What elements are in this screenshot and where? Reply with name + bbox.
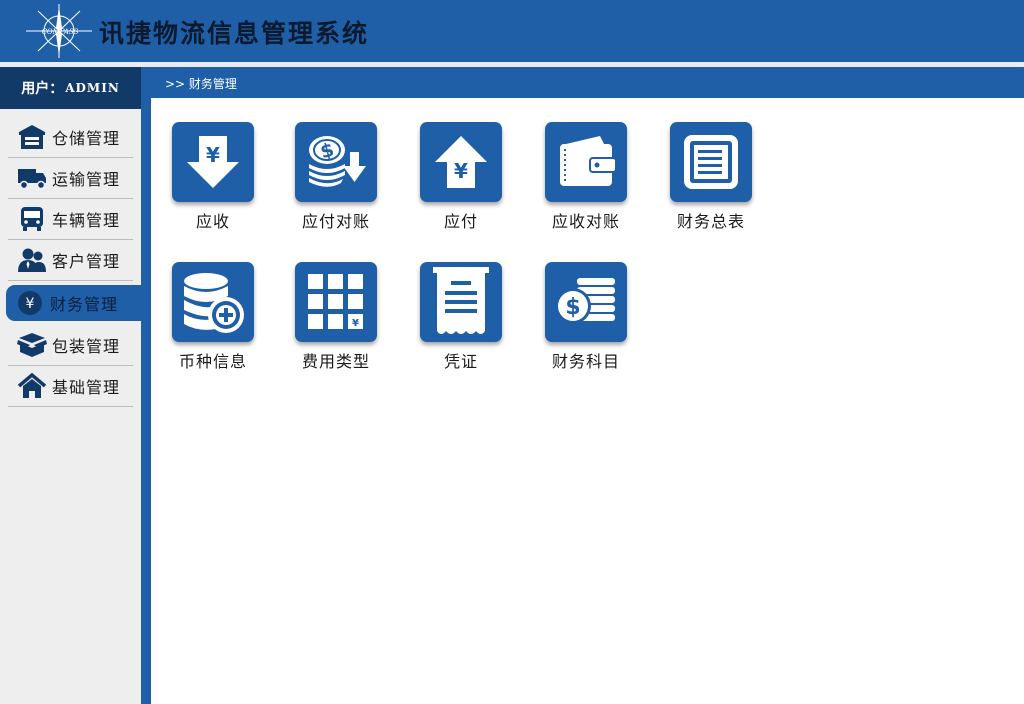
warehouse-icon (17, 124, 47, 150)
svg-text:¥: ¥ (206, 143, 220, 167)
sidebar-item-label: 客户管理 (52, 252, 121, 271)
sidebar-item-customers[interactable]: 客户管理 (8, 240, 133, 281)
sidebar-item-transport[interactable]: 运输管理 (8, 158, 133, 199)
truck-icon (17, 165, 47, 191)
app-header: COMPASS 讯捷物流信息管理系统 (0, 0, 1024, 62)
tile-icon-box[interactable]: ¥ (420, 122, 502, 202)
coins-down-arrow-icon: $ (309, 136, 366, 187)
compass-logo-icon: COMPASS (26, 4, 92, 58)
tile-label: 应收 (195, 212, 230, 231)
tile-label: 费用类型 (301, 352, 370, 371)
sidebar-item-label: 运输管理 (52, 170, 121, 189)
tile-label: 币种信息 (178, 352, 247, 371)
tile-expense-type[interactable]: ¥ 费用类型 (274, 262, 384, 382)
yen-up-arrow-icon: ¥ (435, 136, 487, 188)
tile-icon-box[interactable] (420, 262, 502, 342)
tile-finance-summary[interactable]: 财务总表 (649, 122, 759, 242)
svg-text:¥: ¥ (352, 318, 359, 329)
tile-label: 应付 (443, 212, 478, 231)
sidebar-item-packaging[interactable]: 包装管理 (8, 325, 133, 366)
tile-payable[interactable]: ¥ 应付 (399, 122, 509, 242)
tile-icon-box[interactable]: ¥ (172, 122, 254, 202)
receipt-icon (433, 267, 489, 334)
coin-stack-plus-icon (184, 273, 244, 333)
svg-text:¥: ¥ (26, 296, 35, 312)
tile-receivable-reconcile[interactable]: 应收对账 (524, 122, 634, 242)
tile-icon-box[interactable]: $ (295, 122, 377, 202)
tile-label: 财务总表 (676, 212, 745, 231)
tile-payable-reconcile[interactable]: $ 应付对账 (274, 122, 384, 242)
sidebar-item-label: 财务管理 (50, 295, 119, 314)
sidebar-item-warehouse[interactable]: 仓储管理 (8, 117, 133, 158)
tile-voucher[interactable]: 凭证 (399, 262, 509, 382)
tile-receivable[interactable]: ¥ 应收 (151, 122, 261, 242)
sidebar-item-finance[interactable]: ¥ 财务管理 (6, 285, 144, 321)
home-icon (17, 373, 47, 399)
package-icon (17, 332, 47, 358)
sidebar-item-label: 仓储管理 (52, 129, 121, 148)
sidebar-item-vehicles[interactable]: 车辆管理 (8, 199, 133, 240)
ledger-icon (684, 135, 738, 189)
logo-text: COMPASS (42, 28, 79, 36)
tile-label: 应付对账 (301, 212, 370, 231)
tile-label: 应收对账 (551, 212, 620, 231)
tile-icon-box[interactable] (670, 122, 752, 202)
user-bar: 用户： ADMIN (0, 67, 141, 109)
svg-text:¥: ¥ (454, 159, 468, 183)
breadcrumb: >> 财务管理 (165, 77, 237, 91)
tile-icon-box[interactable] (172, 262, 254, 342)
main-panel: >> 财务管理 ¥ 应收 $ 应付对账 ¥ 应付 应收对账 财务总表 币种信息 … (141, 67, 1024, 704)
svg-text:$: $ (565, 295, 580, 320)
sidebar: 用户： ADMIN 仓储管理 运输管理 车辆管理 客户管理 ¥ 财务管理 包装管… (0, 67, 144, 704)
sidebar-item-label: 基础管理 (52, 378, 121, 397)
customers-icon (17, 247, 47, 273)
tile-label: 财务科目 (551, 352, 620, 371)
user-name: ADMIN (65, 81, 120, 95)
yen-down-arrow-icon: ¥ (187, 136, 239, 188)
sidebar-item-label: 包装管理 (52, 337, 121, 356)
tile-label: 凭证 (443, 352, 478, 371)
yen-circle-icon: ¥ (15, 290, 45, 316)
user-label: 用户： (21, 81, 64, 97)
tile-currency-info[interactable]: 币种信息 (151, 262, 261, 382)
bus-icon (17, 206, 47, 232)
wallet-icon (560, 136, 617, 186)
tile-icon-box[interactable]: ¥ (295, 262, 377, 342)
sidebar-item-label: 车辆管理 (52, 211, 121, 230)
sidebar-item-basic[interactable]: 基础管理 (8, 366, 133, 407)
app-title: 讯捷物流信息管理系统 (99, 19, 370, 48)
breadcrumb-bar: >> 财务管理 (141, 67, 1024, 98)
grid-yen-icon: ¥ (308, 274, 363, 329)
dollar-coins-icon: $ (555, 278, 615, 324)
tile-finance-subjects[interactable]: $ 财务科目 (524, 262, 634, 382)
content-area: ¥ 应收 $ 应付对账 ¥ 应付 应收对账 财务总表 币种信息 ¥ 费用类型 凭… (151, 98, 1024, 704)
tile-icon-box[interactable] (545, 122, 627, 202)
tile-icon-box[interactable]: $ (545, 262, 627, 342)
